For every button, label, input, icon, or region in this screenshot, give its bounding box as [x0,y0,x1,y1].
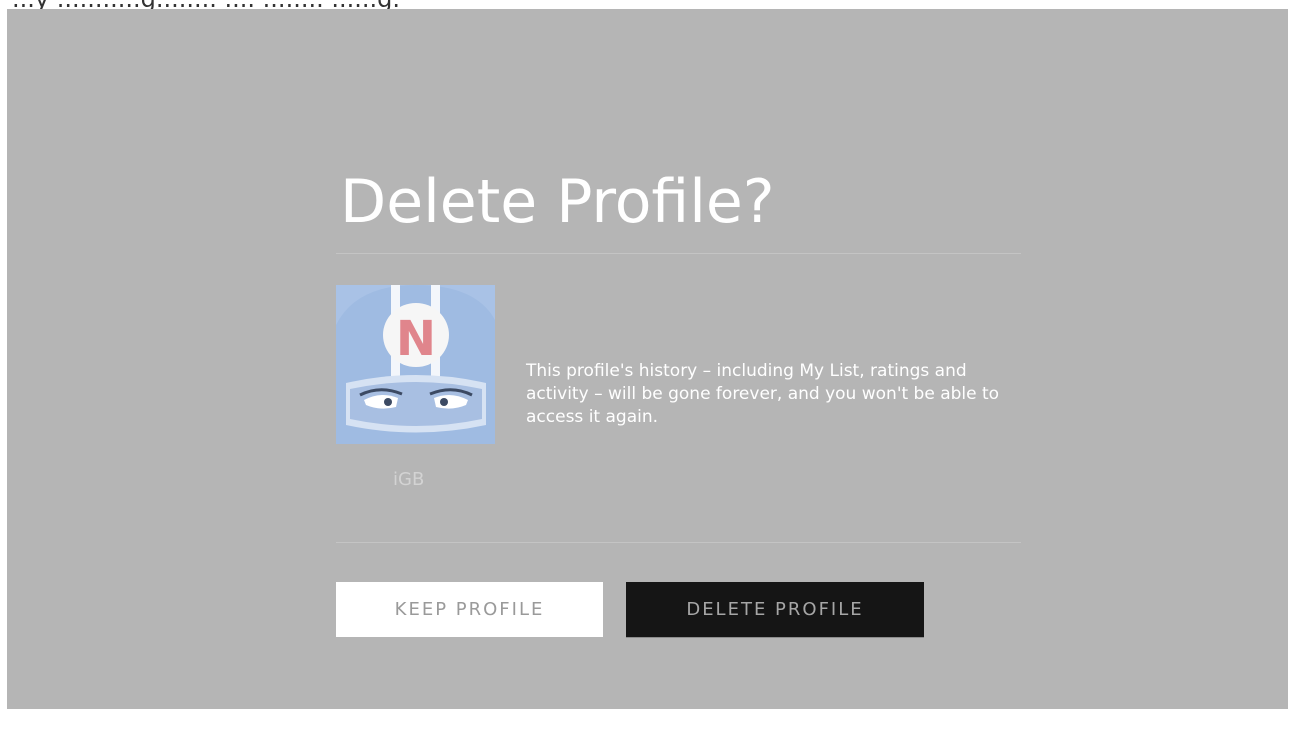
top-cropped-text: ...y ...........g........ .... ........ … [0,0,1295,9]
delete-profile-dialog: Delete Profile? N iGB This profile's his… [336,9,1021,709]
profile-name: iGB [393,469,425,490]
delete-profile-screen: Delete Profile? N iGB This profile's his… [7,9,1288,709]
profile-avatar: N [336,285,495,444]
page-title: Delete Profile? [340,167,775,237]
delete-warning-message: This profile's history – including My Li… [526,361,1000,427]
netflix-n-logo: N [396,311,436,367]
title-divider [336,253,1021,254]
ninja-avatar-icon: N [336,285,495,444]
delete-profile-button[interactable]: DELETE PROFILE [626,582,924,637]
actions-divider [336,542,1021,543]
keep-profile-button[interactable]: KEEP PROFILE [336,582,603,637]
